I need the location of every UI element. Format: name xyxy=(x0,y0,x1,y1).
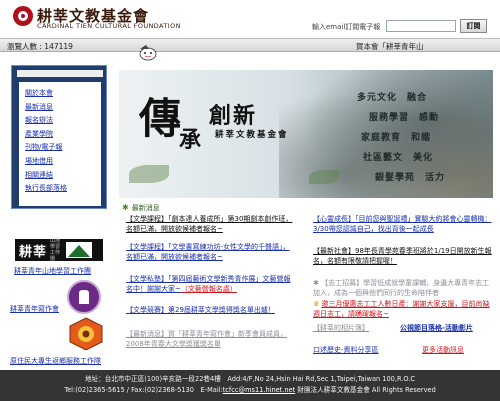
banner-slogan: 社區藝文 美化 xyxy=(363,153,434,163)
menu-item-news[interactable]: 最新消息 xyxy=(25,101,101,115)
leaf-decoration xyxy=(309,170,339,184)
mascot-icon xyxy=(139,45,157,61)
news-item[interactable]: ✱ 【志工招募】學習低成就學童課輔，身邊大專青年志工加入，成為一個與他們同行的生… xyxy=(313,279,493,298)
footer: 地址：台北市中正區(100)辛亥路一段22巷4樓 Add:4/F,No 24,H… xyxy=(0,370,500,401)
news-item-text[interactable]: 口述歷史-資料分享區 xyxy=(313,346,379,354)
crown-icon: ♛ xyxy=(313,300,320,308)
writers-club-link[interactable]: 耕莘青年寫作會 xyxy=(10,304,59,314)
hero-banner: 傳 承 創新 耕莘文教基金會 多元文化 融合 服務學習 感動 家庭教育 和諧 社… xyxy=(119,70,493,198)
news-title-text: 最新消息 xyxy=(131,204,160,212)
org-name-en: CARDINAL TIEN CULTURAL FOUNDATION xyxy=(37,22,181,30)
news-item-text[interactable]: 【文學課程】「文學書寫練功坊-女性文學的千聲語」，名額已滿，開放欲候補者報名~ xyxy=(126,243,290,261)
main-menu: 關於本會 最新消息 報名辦法 產業學院 刊物/電子報 場地借用 相關連結 執行長… xyxy=(11,65,107,209)
menu-item-ceo-blog[interactable]: 執行長部落格 xyxy=(25,182,101,196)
news-item-text[interactable]: 邀三月優惠志工工人數日產：謝謝大家支援，目前尚缺週日志工，請踴躍報名~ xyxy=(313,300,490,318)
menu-item-links[interactable]: 相關連結 xyxy=(25,169,101,183)
banner-slogan: 服務學習 感動 xyxy=(369,113,440,123)
banner-slogan: 銀髮學苑 活力 xyxy=(375,173,446,183)
footer-address: 地址：台北市中正區(100)辛亥路一段22巷4樓 Add:4/F,No 24,H… xyxy=(84,375,416,383)
menu-item-registration[interactable]: 報名辦法 xyxy=(25,114,101,128)
more-news-link[interactable]: 更多活動訊息 xyxy=(422,346,497,356)
visitor-count: 瀏覽人數 : 147119 xyxy=(7,42,73,51)
menu-item-about[interactable]: 關於本會 xyxy=(25,87,101,101)
banner-word: 創新 xyxy=(209,103,258,129)
subscribe-label: 輸入email訂閱電子報 xyxy=(312,23,381,31)
news-item-text[interactable]: 【耕莘的相片簿】 xyxy=(313,324,369,332)
menu-item-industry-college[interactable]: 產業學院 xyxy=(25,128,101,142)
mountain-team-link[interactable]: 耕莘青年山地學習工作團 xyxy=(14,266,91,276)
banner-slogan: 家庭教育 和諧 xyxy=(361,133,432,143)
news-item[interactable]: 【耕莘的相片簿】 xyxy=(313,324,403,334)
menu-list: 關於本會 最新消息 報名辦法 產業學院 刊物/電子報 場地借用 相關連結 執行長… xyxy=(19,82,101,206)
mountain-icon xyxy=(66,242,93,258)
news-section-title: ✱ 最新消息 xyxy=(122,203,160,213)
news-item-text[interactable]: 【最新消息】賀「耕莘青年寫作會」新季會員成員，2008年青春大文學獎獲獎名單 xyxy=(126,330,287,348)
foundation-logo-icon[interactable] xyxy=(13,6,33,26)
footer-email-link[interactable]: tcfcc@ms11.hinet.net xyxy=(223,386,295,394)
mountain-team-logo-text: 耕莘 xyxy=(19,244,48,260)
news-bullet-icon: ✱ xyxy=(313,279,319,287)
news-item[interactable]: 公視節目落格-活動影片 xyxy=(400,324,495,334)
banner-slogan: 多元文化 融合 xyxy=(357,93,428,103)
aboriginal-team-link[interactable]: 原住民大專生返鄉服務工作隊 xyxy=(10,356,101,366)
banner-char-big: 傳 xyxy=(139,94,182,143)
subscribe-button[interactable]: 訂閱 xyxy=(460,19,487,33)
menu-item-newsletter[interactable]: 刊物/電子報 xyxy=(25,141,101,155)
header: 耕莘文教基金會 CARDINAL TIEN CULTURAL FOUNDATIO… xyxy=(0,0,500,38)
news-item-text[interactable]: 【文學課程】「劇本達人養成所」第30期劇本創作班，名額已滿，開放欲候補者報名~ xyxy=(126,215,292,233)
news-item-text[interactable]: 【文學競賽】第29屆耕莘文學獎得獎名單出爐！ xyxy=(126,306,275,314)
aboriginal-team-logo-icon[interactable] xyxy=(68,317,104,351)
news-item[interactable]: 【文學私塾】「第四屆藝術文學新秀青作展」文藝營報名中！謝謝大家~（文藝營報名處） xyxy=(126,275,294,294)
news-item[interactable]: 【最新社會】98年長青學苑春季班將於1/19日開放新生報名，名額有限敬請把握喔！ xyxy=(313,247,493,266)
subscribe-email-input[interactable] xyxy=(386,20,456,32)
info-bar: 瀏覽人數 : 147119 賀本會「耕莘青年山 xyxy=(0,38,500,52)
mountain-team-logo[interactable]: 耕莘 山地學習工作團 xyxy=(15,238,103,262)
mountain-team-logo-sub: 山地學習工作團 xyxy=(50,238,61,262)
footer-rights: 財團法人耕莘文教基金會 All Rights Reserved xyxy=(295,386,436,394)
news-item[interactable]: 【文學課程】「劇本達人養成所」第30期劇本創作班，名額已滿，開放欲候補者報名~ xyxy=(126,215,294,234)
news-item[interactable]: 口述歷史-資料分享區 xyxy=(313,346,403,356)
news-item[interactable]: ♛ 邀三月優惠志工工人數日產：謝謝大家支援，目前尚缺週日志工，請踴躍報名~ xyxy=(313,300,493,319)
news-item[interactable]: 【文學競賽】第29屆耕莘文學獎得獎名單出爐！ xyxy=(126,306,294,316)
news-item[interactable]: 【心靈成長】「目前您與聖誕禮」實驗大約將會心靈轉機：3/30帶您認識自己，找出背… xyxy=(313,215,493,234)
leaf-decoration xyxy=(129,165,169,183)
writers-club-logo-icon[interactable] xyxy=(67,280,101,314)
news-item-extra-link[interactable]: （文藝營報名處） xyxy=(181,285,237,293)
more-news-text[interactable]: 更多活動訊息 xyxy=(422,346,464,354)
news-item-text[interactable]: 【志工招募】學習低成就學童課輔，身邊大專青年志工加入，成為一個與他們同行的生命陪… xyxy=(313,279,489,297)
greeting-text: 賀本會「耕莘青年山 xyxy=(356,42,424,51)
banner-char-small: 承 xyxy=(179,127,202,153)
menu-item-venue-rental[interactable]: 場地借用 xyxy=(25,155,101,169)
menu-header xyxy=(17,70,103,77)
banner-subtitle: 耕莘文教基金會 xyxy=(215,130,289,140)
news-item[interactable]: 【文學課程】「文學書寫練功坊-女性文學的千聲語」，名額已滿，開放欲候補者報名~ xyxy=(126,243,294,262)
footer-contact: Tel:(02)2365-5615 / Fax:(02)2368-5130 E-… xyxy=(0,384,500,394)
sidebar: 關於本會 最新消息 報名辦法 產業學院 刊物/電子報 場地借用 相關連結 執行長… xyxy=(7,59,110,366)
footer-phone-fax: Tel:(02)2365-5615 / Fax:(02)2368-5130 E-… xyxy=(64,386,223,394)
star-icon: ✱ xyxy=(122,203,129,212)
news-item-text[interactable]: 【心靈成長】「目前您與聖誕禮」實驗大約將會心靈轉機：3/30帶您認識自己，找出背… xyxy=(313,215,492,233)
news-item-text[interactable]: 公視節目落格-活動影片 xyxy=(400,324,473,332)
news-item[interactable]: 【最新消息】賀「耕莘青年寫作會」新季會員成員，2008年青春大文學獎獲獎名單 xyxy=(126,330,294,349)
news-item-text[interactable]: 【最新社會】98年長青學苑春季班將於1/19日開放新生報名，名額有限敬請把握喔！ xyxy=(313,247,492,265)
